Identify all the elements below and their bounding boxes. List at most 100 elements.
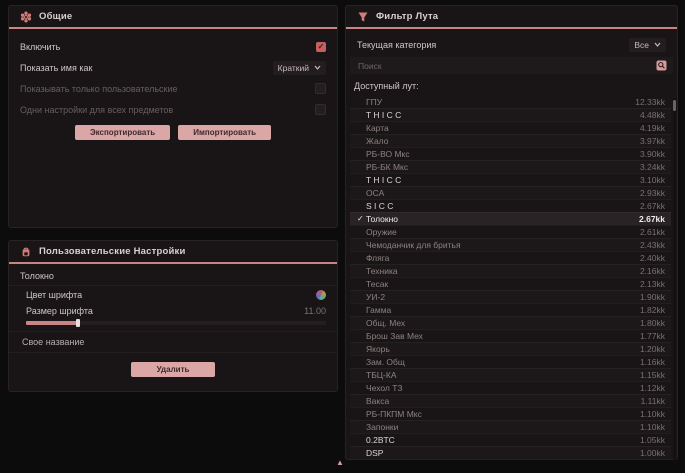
loot-item-price: 1.80kk (640, 317, 665, 329)
loot-item-row[interactable]: Запонки 1.10kk (350, 420, 671, 433)
loot-item-row[interactable]: Зам. Общ1.16kk (350, 355, 671, 368)
font-size-slider-handle[interactable] (76, 319, 80, 327)
loot-item-row[interactable]: 0.2BTC1.05kk (350, 433, 671, 446)
loot-item-name: Техника (366, 265, 398, 277)
loot-item-row[interactable]: S I C C 2.67kk (350, 199, 671, 212)
loot-item-name: Общ. Мех (366, 317, 405, 329)
scrollbar-handle[interactable] (673, 100, 676, 111)
selected-check-icon: ✓ (357, 213, 366, 225)
font-size-row: Размер шрифта 11.00 (9, 303, 337, 318)
search-box (350, 57, 673, 74)
loot-item-row[interactable]: Брош Зав Мех 1.77kk (350, 329, 671, 342)
loot-item-price: 3.90kk (640, 148, 665, 160)
loot-item-row[interactable]: Чехол ТЗ1.12kk (350, 381, 671, 394)
loot-item-row[interactable]: ГПУ12.33kk (350, 95, 671, 108)
loot-item-row[interactable]: Жало3.97kk (350, 134, 671, 147)
loot-list-scrollbar[interactable] (673, 98, 676, 460)
search-icon[interactable] (656, 60, 667, 71)
loot-item-row[interactable]: Тесак2.13kk (350, 277, 671, 290)
loot-item-name: Карта (366, 122, 389, 134)
panel-general: Общие Включить ✓ Показать имя как Кратки… (8, 5, 338, 228)
cursor-icon: ▲ (336, 458, 344, 467)
funnel-icon (357, 11, 369, 23)
loot-item-row[interactable]: ОСА2.93kk (350, 186, 671, 199)
import-button[interactable]: Импортировать (178, 125, 271, 140)
same-settings-row: Одни настройки для всех предметов (9, 99, 337, 120)
loot-item-name: Якорь (366, 343, 390, 355)
loot-item-row[interactable]: РБ-ПКПМ Мкс 1.10kk (350, 407, 671, 420)
panel-loot-filter-title: Фильтр Лута (376, 11, 438, 22)
loot-item-row[interactable]: Карта4.19kk (350, 121, 671, 134)
loot-item-name: Фляга (366, 252, 389, 264)
loot-item-name: S I C C (366, 200, 393, 212)
name-display-value: Краткий (278, 63, 309, 73)
search-input[interactable] (356, 60, 656, 72)
export-button[interactable]: Экспортировать (75, 125, 170, 140)
loot-item-row[interactable]: Оружие 2.61kk (350, 225, 671, 238)
only-custom-checkbox[interactable] (315, 83, 326, 94)
delete-button[interactable]: Удалить (131, 362, 216, 377)
loot-item-name: ГПУ (366, 96, 382, 108)
loot-item-price: 1.10kk (640, 408, 665, 420)
loot-item-row[interactable]: Техника 2.16kk (350, 264, 671, 277)
enable-checkbox[interactable]: ✓ (316, 42, 326, 52)
panel-general-header: Общие (9, 6, 337, 27)
font-size-slider-fill (26, 321, 77, 325)
loot-item-name: Оружие (366, 226, 397, 238)
loot-item-price: 1.15kk (640, 369, 665, 381)
loot-item-row[interactable]: T H I C C 3.10kk (350, 173, 671, 186)
loot-item-price: 1.77kk (640, 330, 665, 342)
chevron-down-icon (314, 65, 321, 70)
loot-item-price: 1.12kk (640, 382, 665, 394)
loot-item-name: Гамма (366, 304, 391, 316)
enable-row: Включить ✓ (9, 36, 337, 57)
name-display-row: Показать имя как Краткий (9, 57, 337, 78)
loot-item-row[interactable]: Гамма1.82kk (350, 303, 671, 316)
loot-item-name: РБ-ПКПМ Мкс (366, 408, 422, 420)
name-display-dropdown[interactable]: Краткий (273, 61, 326, 75)
selected-item-name: Толокно (9, 264, 337, 285)
loot-item-row[interactable]: ТБЦ-КА 1.15kk (350, 368, 671, 381)
only-custom-label: Показывать только пользовательские (20, 84, 178, 94)
same-settings-checkbox[interactable] (315, 104, 326, 115)
loot-item-row[interactable]: ✓Толокно2.67kk (350, 212, 671, 225)
loot-item-price: 3.24kk (640, 161, 665, 173)
loot-item-row[interactable]: Фляга2.40kk (350, 251, 671, 264)
loot-item-name: ТБЦ-КА (366, 369, 397, 381)
panel-general-title: Общие (39, 11, 72, 22)
loot-item-row[interactable]: РБ-БК Мкс 3.24kk (350, 160, 671, 173)
name-display-label: Показать имя как (20, 63, 92, 73)
category-dropdown[interactable]: Все (629, 38, 666, 52)
loot-item-price: 2.16kk (640, 265, 665, 277)
loot-item-row[interactable]: DSP1.00kk (350, 446, 671, 459)
loot-item-name: РБ-БК Мкс (366, 161, 408, 173)
loot-item-name: Чемоданчик для бритья (366, 239, 461, 251)
loot-item-price: 3.97kk (640, 135, 665, 147)
loot-item-price: 1.05kk (640, 434, 665, 446)
backpack-icon (20, 246, 32, 258)
loot-item-price: 2.13kk (640, 278, 665, 290)
loot-item-price: 4.48kk (640, 109, 665, 121)
loot-item-name: Запонки (366, 421, 398, 433)
loot-item-row[interactable]: Общ. Мех 1.80kk (350, 316, 671, 329)
loot-item-price: 2.61kk (640, 226, 665, 238)
loot-item-name: Брош Зав Мех (366, 330, 423, 342)
loot-item-name: T H I C C (366, 109, 401, 121)
loot-item-row[interactable]: УИ-21.90kk (350, 290, 671, 303)
loot-item-price: 2.43kk (640, 239, 665, 251)
custom-name-input[interactable] (20, 336, 326, 348)
loot-item-price: 2.67kk (640, 200, 665, 212)
loot-item-price: 1.10kk (640, 421, 665, 433)
loot-item-price: 3.10kk (640, 174, 665, 186)
loot-item-row[interactable]: T H I C C 4.48kk (350, 108, 671, 121)
panel-user-settings-header: Пользовательские Настройки (9, 241, 337, 262)
loot-item-row[interactable]: Чемоданчик для бритья 2.43kk (350, 238, 671, 251)
loot-item-row[interactable]: Вакса1.11kk (350, 394, 671, 407)
loot-item-name: T H I C C (366, 174, 401, 186)
custom-name-row (9, 331, 337, 353)
loot-item-row[interactable]: РБ-ВО Мкс3.90kk (350, 147, 671, 160)
loot-item-row[interactable]: Якорь1.20kk (350, 342, 671, 355)
loot-item-name: ОСА (366, 187, 384, 199)
font-size-slider[interactable] (26, 321, 326, 325)
color-wheel-icon[interactable] (316, 290, 326, 300)
